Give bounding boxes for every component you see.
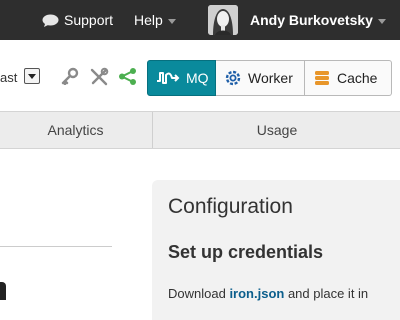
database-stack-icon bbox=[315, 71, 329, 85]
project-select-value[interactable]: ast bbox=[0, 70, 17, 85]
wrench-screwdriver-icon[interactable] bbox=[89, 67, 109, 87]
instruction-text-after: and place it in bbox=[284, 286, 369, 301]
panel-title: Configuration bbox=[168, 195, 293, 218]
configuration-panel: Configuration Set up credentials Downloa… bbox=[152, 180, 400, 320]
worker-label: Worker bbox=[248, 70, 293, 86]
iron-json-link[interactable]: iron.json bbox=[229, 286, 284, 301]
instruction-text-before: Download bbox=[168, 286, 230, 301]
help-label: Help bbox=[134, 12, 163, 28]
mq-button[interactable]: MQ bbox=[147, 60, 216, 96]
cropped-content bbox=[0, 282, 6, 300]
top-bar: Support Help Andy Burkovetsky bbox=[0, 0, 400, 40]
tab-bar: Analytics Usage bbox=[0, 111, 400, 149]
chat-bubble-icon bbox=[42, 14, 59, 27]
tab-analytics[interactable]: Analytics bbox=[0, 112, 151, 148]
chevron-down-icon bbox=[377, 18, 386, 24]
support-link[interactable]: Support bbox=[42, 0, 113, 40]
mq-wave-icon bbox=[157, 72, 180, 84]
worker-button[interactable]: Worker bbox=[216, 60, 305, 96]
user-menu[interactable]: Andy Burkovetsky bbox=[208, 0, 386, 40]
panel-instruction: Download iron.json and place it in bbox=[168, 286, 368, 301]
user-portrait-icon bbox=[208, 5, 238, 35]
cache-label: Cache bbox=[337, 70, 378, 86]
support-label: Support bbox=[64, 12, 114, 28]
help-menu[interactable]: Help bbox=[134, 0, 176, 40]
panel-subtitle: Set up credentials bbox=[168, 242, 324, 262]
select-dropdown-button[interactable] bbox=[24, 68, 40, 84]
tab-usage[interactable]: Usage bbox=[152, 112, 400, 148]
cache-button[interactable]: Cache bbox=[305, 60, 392, 96]
user-name: Andy Burkovetsky bbox=[250, 12, 373, 28]
divider bbox=[0, 246, 112, 247]
key-icon[interactable] bbox=[61, 67, 79, 85]
chevron-down-icon bbox=[167, 18, 176, 24]
gear-icon bbox=[225, 70, 241, 86]
avatar bbox=[208, 5, 238, 35]
mq-label: MQ bbox=[186, 70, 209, 86]
share-icon[interactable] bbox=[118, 67, 137, 86]
